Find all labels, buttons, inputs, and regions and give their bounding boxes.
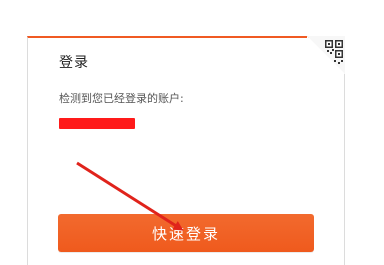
qr-code-icon-svg [307,36,345,74]
qr-code-icon[interactable] [307,36,345,74]
redacted-account-name [59,118,135,129]
detected-account-text: 检测到您已经登录的账户: [59,92,184,105]
quick-login-button[interactable]: 快速登录 [58,214,314,252]
screenshot-frame: 登录 检测到您已经登录的账户: 快速登录 [0,0,384,265]
login-title: 登录 [59,55,89,71]
login-panel: 登录 检测到您已经登录的账户: 快速登录 [27,36,345,265]
